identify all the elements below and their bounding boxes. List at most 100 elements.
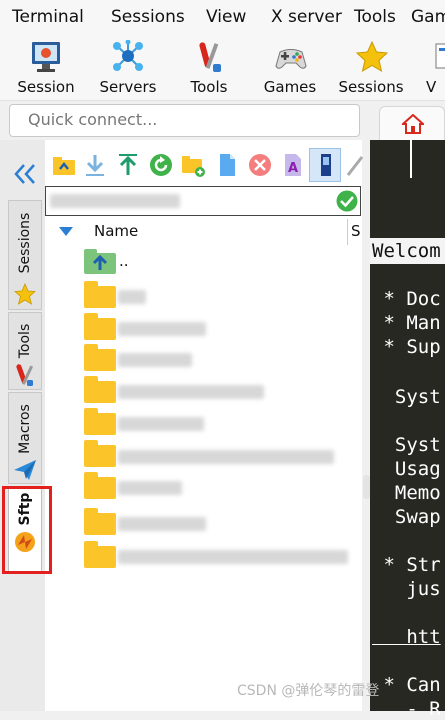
terminal-line: * Can — [372, 674, 441, 696]
terminal-line: Usag — [372, 458, 441, 480]
terminal-line: Syst — [372, 434, 441, 456]
games-button[interactable]: Games — [250, 36, 330, 98]
menu-bar: Terminal Sessions View X server Tools Ga… — [0, 0, 445, 34]
view-icon — [435, 43, 445, 69]
terminal-link[interactable]: htt — [372, 626, 440, 648]
new-file-icon[interactable] — [215, 153, 239, 177]
folder-icon[interactable] — [84, 541, 116, 568]
terminal-line: * Doc — [372, 288, 441, 310]
column-divider[interactable] — [347, 219, 348, 245]
network-icon — [113, 40, 143, 71]
column-size[interactable]: S — [351, 222, 361, 240]
tab-sessions[interactable]: Sessions — [8, 200, 42, 310]
tab-macros[interactable]: Macros — [8, 392, 42, 484]
terminal-line: Memo — [372, 482, 441, 504]
double-chevron-left-icon[interactable] — [12, 162, 38, 186]
file-name-redacted — [118, 322, 206, 336]
upload-icon[interactable] — [116, 153, 140, 177]
terminal-line: Swap — [372, 506, 441, 528]
edit-icon[interactable] — [345, 153, 365, 177]
follow-terminal-toggle[interactable] — [309, 148, 341, 182]
terminal-line: Syst — [372, 386, 441, 408]
games-button-label: Games — [263, 78, 317, 96]
folder-icon[interactable] — [84, 344, 116, 371]
sessions-button[interactable]: Sessions — [331, 36, 411, 98]
file-list-header: Name S — [45, 219, 362, 245]
folder-icon[interactable] — [84, 472, 116, 499]
sort-desc-icon[interactable] — [59, 227, 73, 237]
parent-folder-icon — [84, 249, 116, 274]
folder-icon[interactable] — [84, 376, 116, 403]
terminal-line: * Str — [372, 554, 441, 576]
svg-text:A: A — [288, 161, 298, 176]
folder-icon[interactable] — [84, 281, 116, 308]
file-name-redacted — [118, 450, 334, 464]
tools-icon — [16, 364, 34, 386]
star-icon — [14, 283, 36, 305]
folder-icon[interactable] — [84, 408, 116, 435]
terminal-border — [410, 140, 412, 178]
list-item-parent[interactable]: .. — [84, 248, 129, 274]
parent-entry-label: .. — [119, 252, 129, 270]
check-icon[interactable] — [336, 190, 358, 212]
tab-home[interactable] — [379, 106, 445, 140]
session-button-label: Session — [17, 78, 75, 96]
menu-games[interactable]: Gam — [411, 7, 445, 27]
menu-x-server[interactable]: X server — [271, 7, 342, 27]
tools-button[interactable]: Tools — [169, 36, 249, 98]
gamepad-icon — [275, 49, 307, 69]
scrollbar-thumb[interactable] — [363, 475, 370, 499]
file-name-redacted — [118, 353, 192, 367]
session-button[interactable]: Session — [6, 36, 86, 98]
folder-icon[interactable] — [84, 440, 116, 467]
follow-terminal-icon — [321, 154, 331, 176]
file-name-redacted — [118, 417, 204, 431]
folder-icon[interactable] — [84, 313, 116, 340]
file-name-redacted — [118, 517, 206, 531]
tab-sessions-label: Sessions — [17, 212, 33, 274]
column-name[interactable]: Name — [94, 222, 138, 240]
file-name-redacted — [118, 290, 146, 304]
monitor-icon — [32, 42, 60, 72]
refresh-icon[interactable] — [149, 153, 173, 177]
folder-up-icon[interactable] — [52, 153, 76, 177]
terminal-panel[interactable]: Welcom * Doc * Man * Sup Syst Syst Usag … — [370, 140, 445, 720]
folder-icon[interactable] — [84, 508, 116, 535]
terminal-line: * Sup — [372, 336, 441, 358]
main-toolbar: Session Servers Tools Games Sessions V — [0, 34, 445, 101]
paper-plane-icon — [14, 460, 36, 480]
path-text-redacted — [50, 194, 180, 208]
menu-sessions[interactable]: Sessions — [111, 7, 185, 27]
sftp-toolbar: A — [45, 145, 365, 185]
terminal-line: - R — [372, 698, 441, 720]
view-button-label: V — [426, 78, 437, 96]
servers-button[interactable]: Servers — [88, 36, 168, 98]
file-name-redacted — [118, 550, 348, 564]
tab-tools-label: Tools — [17, 323, 33, 359]
view-button[interactable]: V — [412, 36, 445, 98]
rename-icon[interactable]: A — [281, 153, 305, 177]
download-icon[interactable] — [83, 153, 107, 177]
file-name-redacted — [118, 385, 264, 399]
sessions-button-label: Sessions — [338, 78, 404, 96]
terminal-line: Welcom — [372, 240, 441, 262]
tab-tools[interactable]: Tools — [8, 312, 42, 390]
tools-icon — [199, 42, 221, 72]
terminal-line: jus — [372, 578, 441, 600]
menu-view[interactable]: View — [206, 7, 246, 27]
tools-button-label: Tools — [190, 78, 228, 96]
delete-icon[interactable] — [248, 153, 272, 177]
star-icon — [355, 40, 389, 73]
terminal-line: * Man — [372, 312, 441, 334]
quick-connect-input[interactable]: Quick connect... — [9, 104, 360, 137]
menu-terminal[interactable]: Terminal — [12, 7, 84, 27]
menu-tools[interactable]: Tools — [354, 7, 396, 27]
remote-path-input[interactable] — [45, 186, 361, 216]
watermark: CSDN @弹伦琴的雷登 — [237, 683, 380, 699]
side-panel-tabs: Sessions Tools Macros Sftp — [0, 140, 45, 711]
quick-connect-placeholder: Quick connect... — [28, 110, 158, 129]
new-folder-icon[interactable] — [181, 153, 205, 177]
home-icon — [402, 114, 424, 134]
sftp-highlight-box — [2, 486, 52, 574]
file-name-redacted — [118, 481, 182, 495]
